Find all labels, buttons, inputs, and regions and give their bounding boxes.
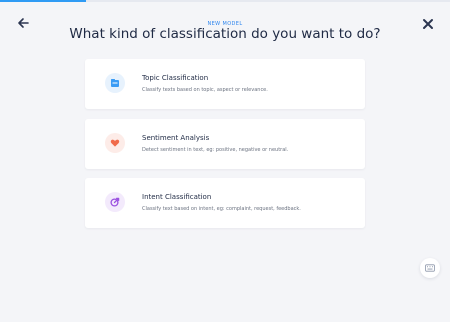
option-description: Detect sentiment in text, eg: positive, … xyxy=(142,147,289,153)
option-card-topic[interactable]: Topic Classification Classify texts base… xyxy=(85,59,365,109)
option-icon-bg xyxy=(105,192,125,212)
keyboard-shortcuts-button[interactable] xyxy=(420,258,440,278)
page-title: What kind of classification do you want … xyxy=(69,26,381,42)
option-card-intent[interactable]: Intent Classification Classify text base… xyxy=(85,178,365,228)
progress-bar xyxy=(0,0,450,2)
option-icon-bg xyxy=(105,133,125,153)
option-title: Topic Classification xyxy=(142,74,209,82)
option-title: Sentiment Analysis xyxy=(142,134,210,142)
option-icon-bg xyxy=(105,73,125,93)
option-description: Classify texts based on topic, aspect or… xyxy=(142,87,268,93)
option-card-sentiment[interactable]: Sentiment Analysis Detect sentiment in t… xyxy=(85,119,365,169)
keyboard-icon xyxy=(425,264,435,272)
progress-fill xyxy=(0,0,86,2)
option-title: Intent Classification xyxy=(142,193,212,201)
heart-icon xyxy=(110,139,120,147)
folder-icon xyxy=(111,79,119,87)
target-arrow-icon xyxy=(110,197,120,207)
option-description: Classify text based on intent, eg: compl… xyxy=(142,206,301,212)
